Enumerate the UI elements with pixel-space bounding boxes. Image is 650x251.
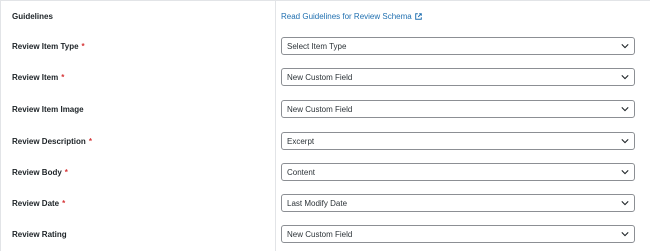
required-marker: * <box>61 73 65 82</box>
review-body-select[interactable]: Content <box>281 163 635 181</box>
field-label-text: Review Body <box>12 168 62 177</box>
field-row-review-item-type: Review Item Type * Select Item Type <box>1 31 650 62</box>
field-label-text: Review Description <box>12 137 86 146</box>
review-item-image-select[interactable]: New Custom Field <box>281 100 635 118</box>
chevron-down-icon <box>621 44 629 49</box>
field-label: Review Item Image <box>12 94 84 125</box>
chevron-down-icon <box>621 232 629 237</box>
chevron-down-icon <box>621 107 629 112</box>
guidelines-link[interactable]: Read Guidelines for Review Schema <box>281 1 422 32</box>
select-value: New Custom Field <box>287 104 353 114</box>
guidelines-link-text: Read Guidelines for Review Schema <box>281 12 412 21</box>
field-label: Review Date * <box>12 188 65 219</box>
select-value: Select Item Type <box>287 41 347 51</box>
review-rating-select[interactable]: New Custom Field <box>281 225 635 243</box>
select-value: New Custom Field <box>287 229 353 239</box>
field-label: Review Item * <box>12 62 64 93</box>
required-marker: * <box>64 168 68 177</box>
review-schema-settings: Guidelines Read Guidelines for Review Sc… <box>0 0 650 251</box>
field-label-text: Review Date <box>12 199 60 208</box>
field-row-review-description: Review Description * Excerpt <box>1 126 650 157</box>
required-marker: * <box>88 137 92 146</box>
field-row-review-date: Review Date * Last Modify Date <box>1 188 650 219</box>
field-label-text: Review Item Type <box>12 42 79 51</box>
chevron-down-icon <box>621 201 629 206</box>
guidelines-label: Guidelines <box>12 12 53 21</box>
external-link-icon <box>414 13 422 20</box>
field-label-text: Review Item <box>12 73 59 82</box>
field-row-review-body: Review Body * Content <box>1 157 650 188</box>
chevron-down-icon <box>621 170 629 175</box>
field-label: Review Description * <box>12 126 92 157</box>
select-value: New Custom Field <box>287 72 353 82</box>
field-label-text: Review Rating <box>12 230 67 239</box>
field-label: Review Body * <box>12 157 68 188</box>
review-description-select[interactable]: Excerpt <box>281 132 635 150</box>
chevron-down-icon <box>621 75 629 80</box>
select-value: Content <box>287 167 316 177</box>
field-row-review-item-image: Review Item Image New Custom Field <box>1 94 650 125</box>
field-row-review-rating: Review Rating New Custom Field <box>1 219 650 250</box>
field-label-text: Review Item Image <box>12 105 84 114</box>
review-item-select[interactable]: New Custom Field <box>281 68 635 86</box>
required-marker: * <box>62 199 66 208</box>
field-row-review-item: Review Item * New Custom Field <box>1 62 650 93</box>
select-value: Last Modify Date <box>287 198 348 208</box>
guidelines-row: Guidelines Read Guidelines for Review Sc… <box>1 1 650 32</box>
review-date-select[interactable]: Last Modify Date <box>281 194 635 212</box>
review-item-type-select[interactable]: Select Item Type <box>281 37 635 55</box>
required-marker: * <box>81 42 85 51</box>
field-label: Review Item Type * <box>12 31 85 62</box>
chevron-down-icon <box>621 139 629 144</box>
select-value: Excerpt <box>287 136 315 146</box>
field-label: Review Rating <box>12 219 67 250</box>
